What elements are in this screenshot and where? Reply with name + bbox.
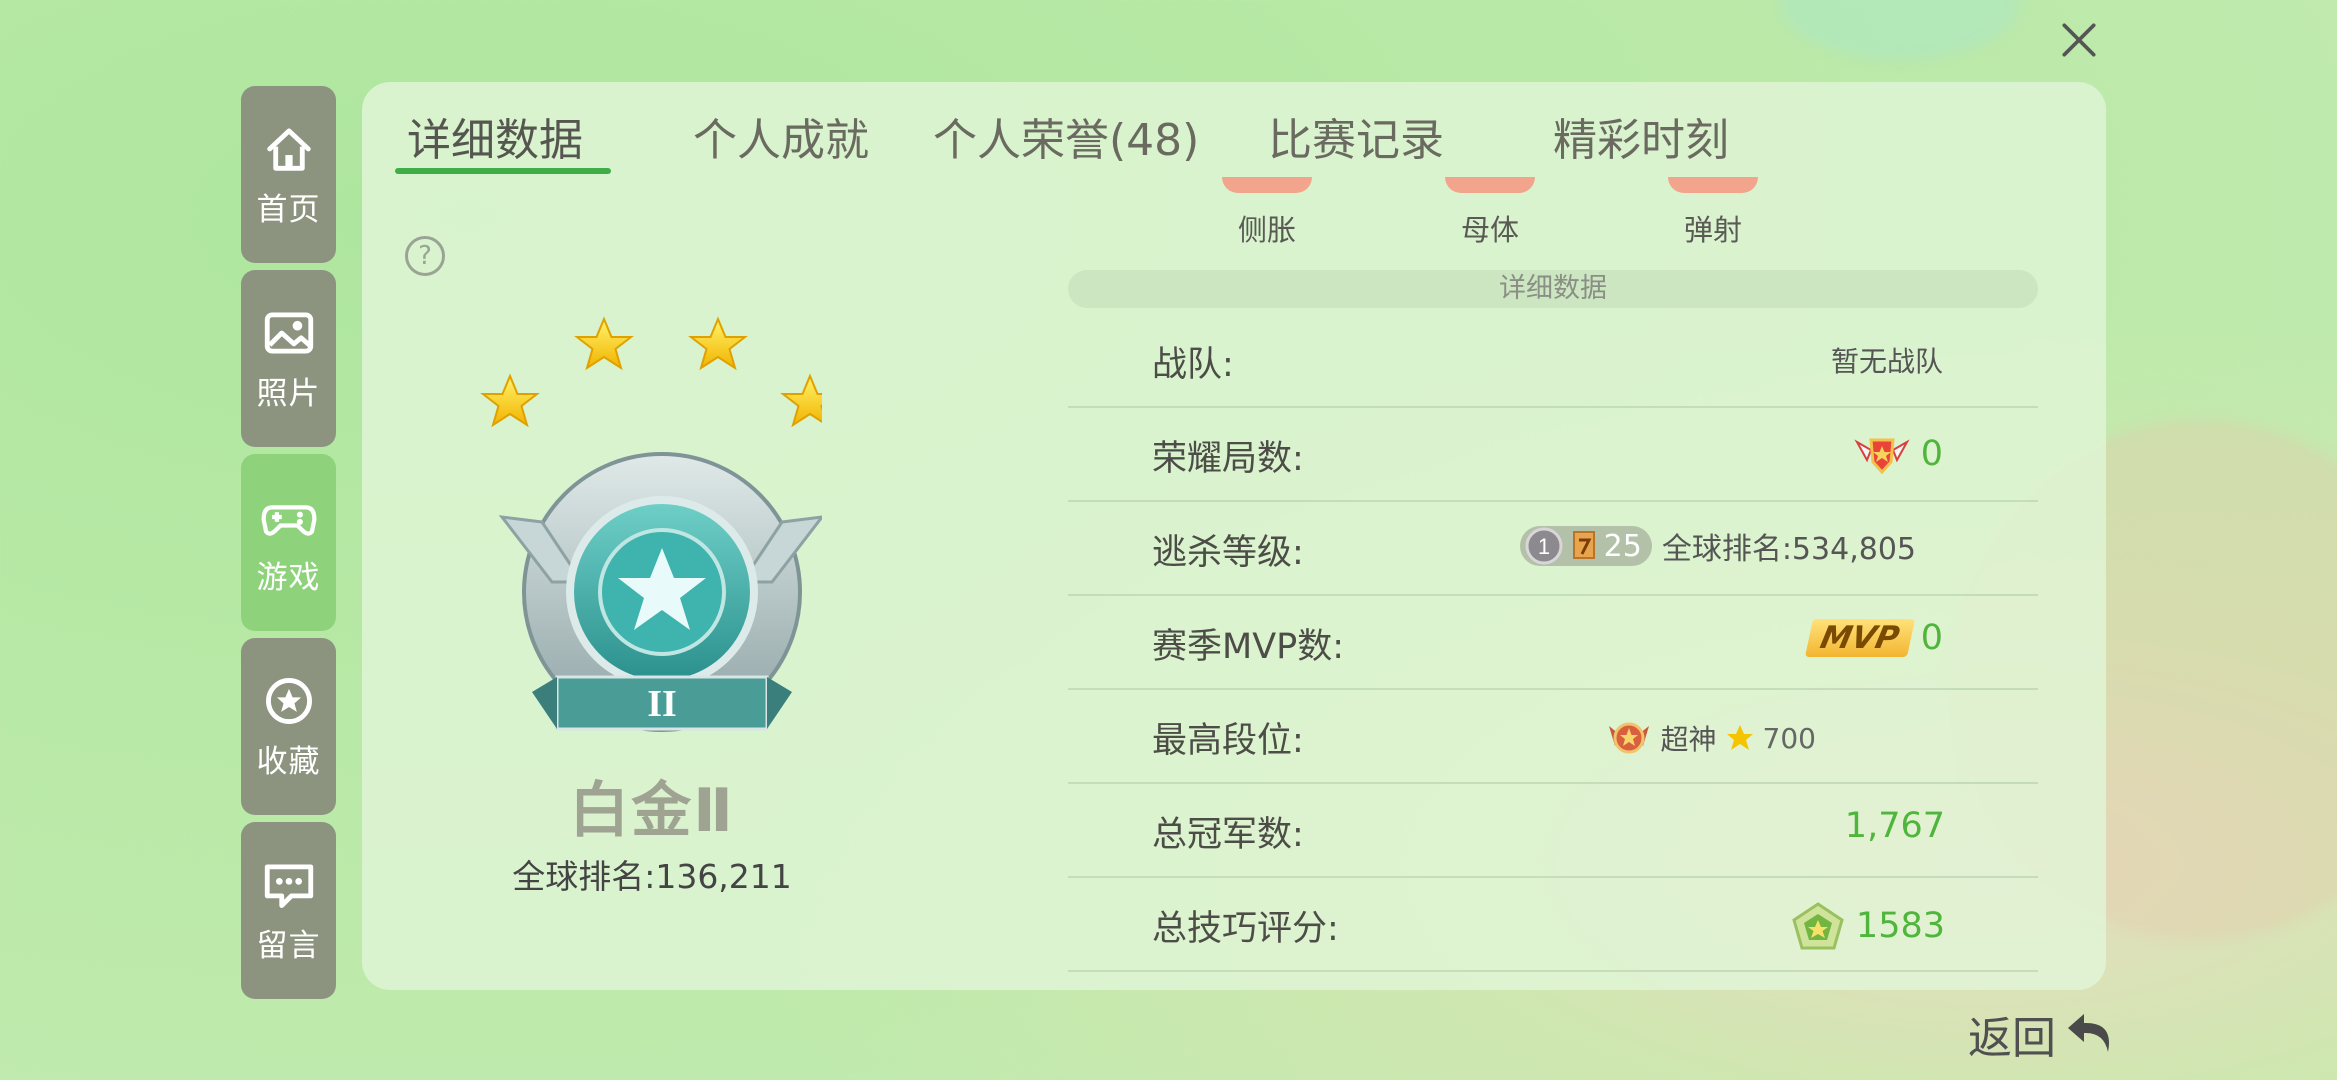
category-item[interactable]: 弹射 [1658,177,1768,249]
stat-label: 战队: [1152,345,1234,385]
stat-value: 暂无战队 [1830,345,1943,378]
stat-value-group: 0 [1853,430,1943,478]
svg-text:II: II [647,683,677,725]
stat-label: 最高段位: [1152,721,1304,761]
stat-value-group: 超神 700 [1605,716,1816,760]
back-label: 返回 [1968,1013,2056,1064]
stat-row-mvp: 赛季MVP数: MVP 0 [1068,596,2038,690]
svg-text:1: 1 [1538,534,1550,559]
return-arrow-icon [2068,1014,2109,1052]
sidebar-item-favorites[interactable]: 收藏 [241,638,336,815]
home-icon [266,128,311,171]
sidebar-item-photo[interactable]: 照片 [241,270,336,447]
star-badge-icon [265,678,312,724]
stat-value-group: MVP 0 [1805,618,1943,658]
stat-row-team: 战队: 暂无战队 [1068,314,2038,408]
glory-count: 0 [1920,434,1943,474]
glory-crest-icon [1854,438,1910,475]
mvp-badge: MVP [1805,619,1915,657]
category-item[interactable]: 母体 [1435,177,1545,249]
tab-detailed-data[interactable]: 详细数据 [407,104,583,168]
stat-value-group: 1583 [1790,900,1945,952]
stat-label: 赛季MVP数: [1152,627,1345,667]
sidebar-item-messages[interactable]: 留言 [241,822,336,999]
sidebar-item-label: 游戏 [256,560,321,596]
sidebar-item-label: 首页 [256,192,321,228]
category-item[interactable]: 侧胀 [1212,177,1322,249]
category-label: 侧胀 [1237,213,1296,247]
champion-count: 1,767 [1844,806,1945,846]
tier-stars: 700 [1762,721,1816,755]
star-icon [480,373,540,428]
stat-label: 荣耀局数: [1152,439,1304,479]
stat-row-champions: 总冠军数: 1,767 [1068,784,2038,878]
star-icon [780,373,822,428]
stat-row-glory: 荣耀局数: 0 [1068,408,2038,502]
tab-match-records[interactable]: 比赛记录 [1268,104,1444,168]
escape-global-rank: 全球排名:534,805 [1661,532,1916,567]
active-tab-indicator [395,168,611,174]
category-icon [1668,177,1758,193]
stat-label: 逃杀等级: [1152,533,1304,573]
close-icon [2062,23,2096,57]
rank-global-position: 全球排名:136,211 [512,857,792,896]
category-label: 母体 [1460,213,1519,247]
rank-emblem: II [480,316,822,732]
level-pill: 1 25 [1519,526,1652,566]
sidebar-item-label: 收藏 [256,744,321,780]
category-label: 弹射 [1683,213,1742,247]
level-value: 25 [1603,528,1642,564]
tier-name: 超神 [1660,723,1717,756]
stat-label: 总冠军数: [1152,815,1304,855]
stat-row-skill-score: 总技巧评分: 1583 [1068,878,2038,972]
tab-achievements[interactable]: 个人成就 [693,104,869,168]
level-medal-icon: 1 [1525,527,1563,565]
category-icon [1445,177,1535,193]
stat-row-escape-level: 逃杀等级: 1 25 全球排名:534,805 [1068,502,2038,596]
skill-pentagon-icon [1792,902,1844,950]
tab-honors[interactable]: 个人荣誉(48) [933,104,1199,168]
sidebar-item-label: 照片 [256,376,321,412]
section-header: 详细数据 [1068,270,2038,308]
main-panel: 详细数据 个人成就 个人荣誉(48) 比赛记录 精彩时刻 ? II 白金Ⅱ 全球… [362,82,2106,990]
mvp-count: 0 [1920,618,1943,658]
help-icon[interactable]: ? [405,236,445,276]
sidebar-item-label: 留言 [256,928,321,964]
stat-value-group: 1 25 全球排名:534,805 [1519,524,1916,568]
tier-crest-icon [1608,722,1649,754]
message-icon [264,864,313,908]
stat-row-highest-tier: 最高段位: 超神 700 [1068,690,2038,784]
back-button[interactable]: 返回 [1968,1002,2120,1066]
star-icon [1726,725,1753,750]
rank-name: 白金Ⅱ [569,776,735,846]
sidebar-item-home[interactable]: 首页 [241,86,336,263]
skill-score-value: 1583 [1855,906,1945,946]
category-row: 侧胀 母体 弹射 [1212,177,1812,257]
photo-icon [264,312,313,354]
close-button[interactable] [2055,16,2103,64]
background-blob [1780,0,2020,60]
star-icon [574,316,634,371]
tab-highlights[interactable]: 精彩时刻 [1553,104,1729,168]
stat-label: 总技巧评分: [1152,909,1339,949]
category-icon [1222,177,1312,193]
level-flag-icon [1572,531,1595,559]
sidebar-item-game[interactable]: 游戏 [241,454,336,631]
star-icon [688,316,748,371]
gamepad-icon [261,505,316,536]
tab-bar: 详细数据 个人成就 个人荣誉(48) 比赛记录 精彩时刻 [362,82,2106,174]
